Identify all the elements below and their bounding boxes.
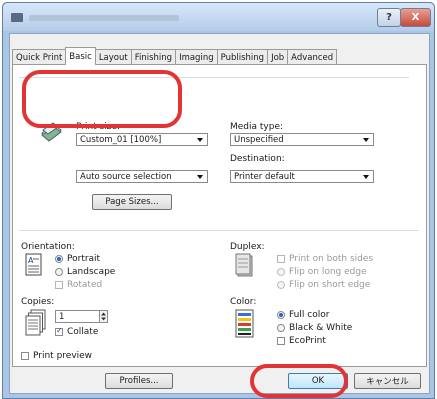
portrait-label: Portrait: [67, 254, 101, 264]
printer-icon: [11, 13, 23, 22]
copies-value: 1: [59, 311, 65, 322]
highlight-ok-button: [250, 364, 348, 398]
black-white-label: Black & White: [289, 323, 353, 333]
destination-value: Printer default: [234, 171, 295, 182]
chevron-down-icon: [363, 138, 369, 142]
copies-spin-button[interactable]: [99, 310, 108, 323]
tab-job[interactable]: Job: [267, 49, 289, 65]
print-both-sides-checkbox[interactable]: [277, 255, 285, 263]
print-size-select[interactable]: Custom_01 [100%]: [76, 133, 208, 146]
collate-checkbox[interactable]: [55, 326, 63, 336]
color-page-icon: [235, 309, 255, 339]
chevron-down-icon: [363, 175, 369, 179]
media-type-value: Unspecified: [234, 134, 284, 145]
paper-source-select[interactable]: Auto source selection: [76, 170, 208, 183]
tab-publishing[interactable]: Publishing: [216, 49, 269, 65]
paper-source-value: Auto source selection: [80, 171, 172, 182]
tab-imaging[interactable]: Imaging: [175, 49, 218, 65]
flip-short-edge-label: Flip on short edge: [289, 280, 371, 290]
svg-text:A: A: [28, 256, 34, 265]
media-type-label: Media type:: [230, 122, 284, 132]
rotated-checkbox[interactable]: [55, 281, 63, 289]
landscape-label: Landscape: [67, 267, 116, 277]
copies-stack-icon: [25, 309, 47, 337]
media-type-select[interactable]: Unspecified: [230, 133, 374, 146]
destination-select[interactable]: Printer default: [230, 170, 374, 183]
flip-long-edge-label: Flip on long edge: [289, 267, 367, 277]
full-color-radio[interactable]: [277, 311, 285, 319]
chevron-down-icon: [197, 175, 203, 179]
window-title-blurred: [29, 15, 179, 21]
print-preview-label: Print preview: [33, 351, 93, 361]
orientation-label: Orientation:: [21, 242, 75, 252]
highlight-print-size: [22, 70, 182, 128]
spin-arrows-icon: [101, 312, 106, 321]
portrait-page-icon: A: [25, 253, 43, 277]
flip-long-edge-radio[interactable]: [277, 268, 285, 276]
destination-label: Destination:: [230, 154, 285, 164]
chevron-down-icon: [197, 138, 203, 142]
collate-label: Collate: [67, 327, 99, 337]
tab-advanced[interactable]: Advanced: [287, 49, 338, 65]
full-color-label: Full color: [289, 310, 330, 320]
print-dialog-window: ? X Quick Print Basic Layout Finishing I…: [2, 2, 435, 399]
print-size-value: Custom_01 [100%]: [80, 134, 162, 145]
color-label: Color:: [230, 297, 257, 307]
tab-finishing[interactable]: Finishing: [130, 49, 177, 65]
tab-basic[interactable]: Basic: [65, 47, 96, 65]
ecoprint-checkbox[interactable]: [277, 337, 285, 345]
tab-layout[interactable]: Layout: [94, 49, 132, 65]
profiles-button[interactable]: Profiles...: [105, 373, 173, 389]
landscape-radio[interactable]: [55, 268, 63, 276]
tab-bar: Quick Print Basic Layout Finishing Imagi…: [12, 47, 338, 65]
close-button[interactable]: X: [400, 8, 431, 27]
tab-quick-print[interactable]: Quick Print: [12, 49, 67, 65]
print-preview-checkbox[interactable]: [21, 352, 29, 360]
rotated-label: Rotated: [67, 280, 103, 290]
page-sizes-button[interactable]: Page Sizes...: [92, 194, 172, 210]
cancel-button[interactable]: キャンセル: [354, 373, 421, 389]
section-divider: [19, 230, 419, 231]
print-both-sides-label: Print on both sides: [289, 254, 374, 264]
portrait-radio[interactable]: [55, 255, 63, 263]
black-white-radio[interactable]: [277, 324, 285, 332]
help-button[interactable]: ?: [377, 8, 401, 27]
flip-short-edge-radio[interactable]: [277, 281, 285, 289]
ecoprint-label: EcoPrint: [289, 336, 326, 346]
copies-label: Copies:: [21, 297, 55, 307]
duplex-page-icon: [235, 253, 253, 277]
title-bar: ? X: [3, 3, 434, 31]
duplex-label: Duplex:: [230, 242, 265, 252]
